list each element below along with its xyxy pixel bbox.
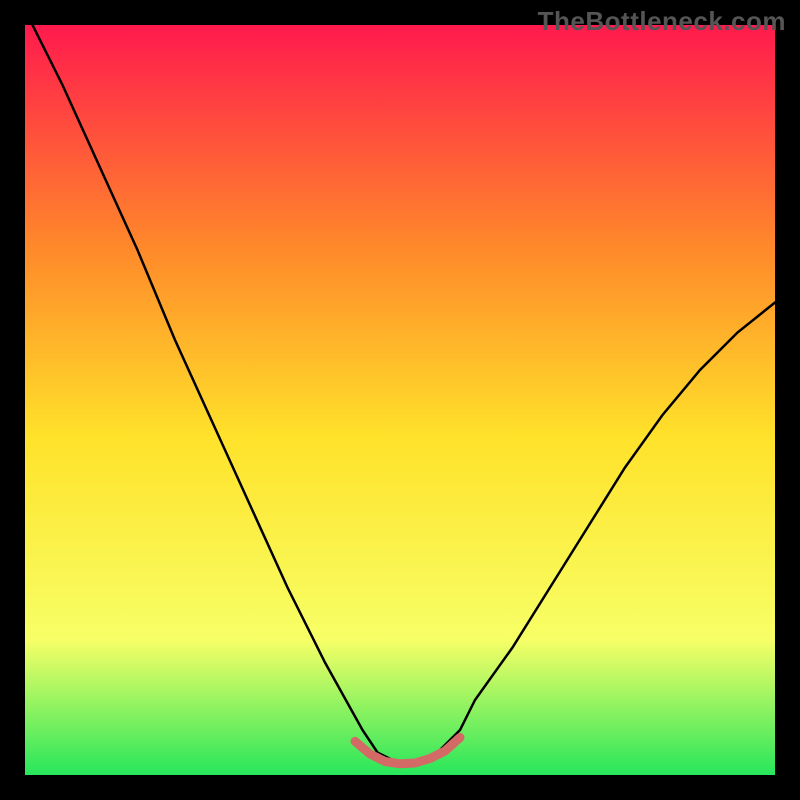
plot-area bbox=[25, 25, 775, 775]
gradient-background bbox=[25, 25, 775, 775]
plot-svg bbox=[25, 25, 775, 775]
chart-frame: TheBottleneck.com bbox=[0, 0, 800, 800]
watermark-label: TheBottleneck.com bbox=[538, 6, 786, 37]
